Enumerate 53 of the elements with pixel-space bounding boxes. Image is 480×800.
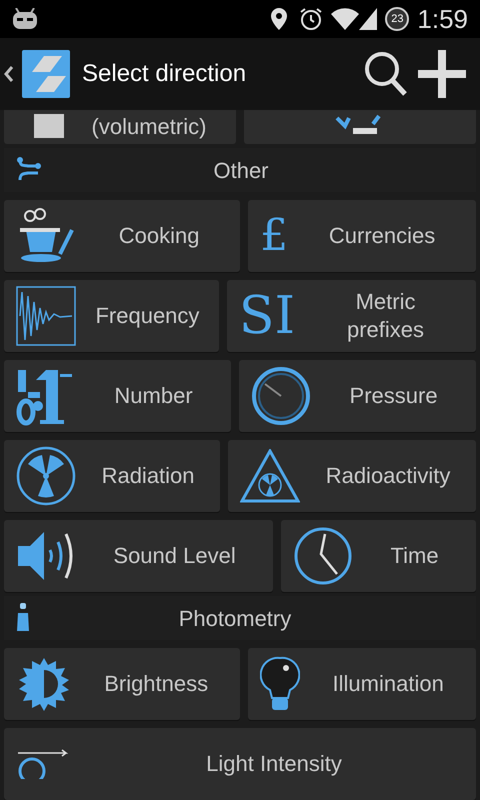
category-tile[interactable]: £ Currencies xyxy=(248,200,476,272)
location-pin-icon xyxy=(271,8,288,30)
light-bulb-icon xyxy=(260,656,300,712)
category-tile[interactable]: SI Metric prefixes xyxy=(226,280,476,352)
radiation-icon xyxy=(16,446,76,506)
plus-icon xyxy=(418,50,466,98)
branch-icon xyxy=(16,157,42,183)
section-title: Photometry xyxy=(178,604,292,633)
category-tile[interactable]: Time xyxy=(281,520,476,592)
wifi-icon xyxy=(331,8,360,30)
category-label: Radioactivity xyxy=(324,462,452,490)
category-tile[interactable]: Cooking xyxy=(4,200,240,272)
category-label: Brightness xyxy=(103,670,210,698)
clock-icon xyxy=(293,526,354,586)
category-tile[interactable]: Frequency xyxy=(4,280,219,352)
search-icon xyxy=(364,51,408,97)
category-tile[interactable]: Pressure xyxy=(239,360,476,432)
category-label: (volumetric) xyxy=(92,114,206,140)
category-label: Currencies xyxy=(328,222,436,250)
alarm-clock-icon xyxy=(299,7,324,31)
back-chevron-icon xyxy=(4,65,14,83)
category-label: Sound Level xyxy=(112,542,237,570)
wave-icon xyxy=(16,286,76,346)
category-tile[interactable]: Sound Level xyxy=(4,520,274,592)
category-label: Cooking xyxy=(118,222,200,250)
category-tile[interactable]: Radioactivity xyxy=(228,440,476,512)
category-tile[interactable]: Illumination xyxy=(248,648,476,720)
category-label: Radiation xyxy=(100,462,196,490)
robot-icon xyxy=(12,8,38,30)
category-tile[interactable]: Light Intensity xyxy=(4,728,476,800)
section-title: Other xyxy=(212,156,270,184)
radioactivity-icon xyxy=(240,449,300,503)
symbol-icon: £ xyxy=(260,214,288,258)
app-logo-icon xyxy=(22,50,70,98)
category-label: Pressure xyxy=(348,382,439,410)
clock-time: 1:59 xyxy=(417,2,468,36)
category-label: Number xyxy=(113,382,194,410)
category-label: Metric prefixes xyxy=(346,288,426,344)
category-tile[interactable]: Brightness xyxy=(4,648,240,720)
symbol-icon: SI xyxy=(238,290,296,342)
category-tile[interactable] xyxy=(244,110,476,144)
category-tile[interactable]: (volumetric) xyxy=(4,110,236,144)
category-label: Frequency xyxy=(94,302,200,330)
bottle-icon xyxy=(16,603,30,633)
notification-badge: 23 xyxy=(385,7,410,31)
gauge-icon xyxy=(251,366,312,426)
signal-icon xyxy=(359,8,378,30)
category-tile[interactable]: Number xyxy=(4,360,232,432)
category-tile[interactable]: Radiation xyxy=(4,440,220,512)
category-label: Time xyxy=(390,542,440,570)
category-label: Illumination xyxy=(332,670,445,698)
screen-title: Select direction xyxy=(82,59,248,89)
category-label: Light Intensity xyxy=(205,750,343,778)
